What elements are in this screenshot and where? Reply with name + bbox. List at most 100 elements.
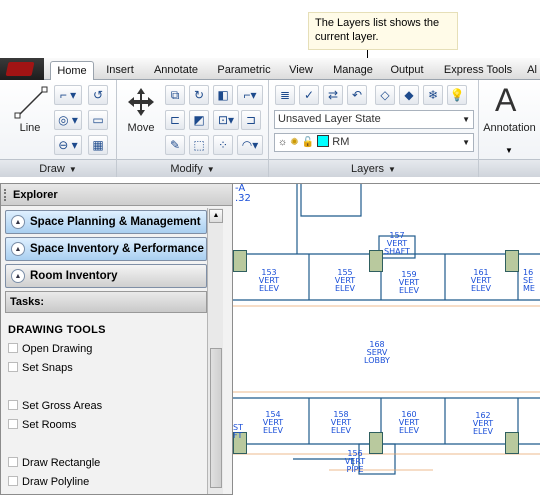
annotation-expand-icon[interactable]: ▼ [505, 146, 513, 155]
section-label: Room Inventory [30, 270, 118, 282]
stretch-icon[interactable]: ◩ [189, 110, 209, 130]
room-label: 162 VERT ELEV [465, 412, 501, 436]
rectangle-icon[interactable]: ▭ [88, 110, 108, 130]
extend-icon[interactable]: ⊐ [241, 110, 261, 130]
polyline-icon[interactable]: ⌐ ▾ [54, 85, 82, 105]
layer-state-value: Unsaved Layer State [278, 113, 381, 125]
room-label: 161 VERT ELEV [463, 269, 499, 293]
light-bulb-icon: ☼ [278, 137, 288, 148]
task-checkbox[interactable] [8, 457, 18, 467]
copy-icon[interactable]: ⧉ [165, 85, 185, 105]
task-label: Draw Polyline [22, 476, 90, 488]
offset-icon[interactable]: ◠▾ [237, 135, 263, 155]
task-set-snaps[interactable]: Set Snaps [8, 361, 73, 375]
room-label: 156 VERT PIPE [337, 450, 373, 474]
mirror-icon[interactable]: ◧ [213, 85, 233, 105]
room-label: FT [233, 431, 243, 440]
task-draw-polyline[interactable]: Draw Polyline [8, 475, 89, 489]
isolate-layer-icon[interactable]: ◇ [375, 85, 395, 105]
task-set-rooms[interactable]: Set Rooms [8, 418, 76, 432]
explorer-title: Explorer [13, 189, 58, 201]
line-button-label[interactable]: Line [8, 122, 52, 134]
modify-panel: Move ⧉ ↻ ◧ ⌐▾ ⊏ ◩ ⊡▾ ⊐ ✎ ⬚ ⁘ ◠▾ Modify ▼ [117, 80, 269, 177]
structural-column [505, 250, 519, 272]
room-name: LOBBY [364, 356, 390, 365]
draw-panel-title[interactable]: Draw ▼ [0, 159, 116, 177]
array-icon[interactable]: ⁘ [213, 135, 233, 155]
unisolate-layer-icon[interactable]: ◆ [399, 85, 419, 105]
hatch-icon[interactable]: ▦ [88, 135, 108, 155]
section-space-planning[interactable]: ▲ Space Planning & Management [5, 210, 207, 234]
tab-annotate[interactable]: Annotate [146, 61, 206, 80]
task-checkbox[interactable] [8, 400, 18, 410]
explorer-scrollbar[interactable]: ▲ [207, 208, 223, 494]
room-name: SHAFT [384, 247, 410, 256]
tab-express-tools[interactable]: Express Tools [438, 61, 518, 80]
annotation-panel-title [479, 159, 540, 177]
task-checkbox[interactable] [8, 419, 18, 429]
task-draw-rectangle[interactable]: Draw Rectangle [8, 456, 100, 470]
freeze-layer-icon[interactable]: ❄ [423, 85, 443, 105]
annotation-label[interactable]: Annotation [479, 122, 540, 134]
structural-column [233, 250, 247, 272]
tab-view[interactable]: View [282, 61, 320, 80]
ellipse-icon[interactable]: ⊖ ▾ [54, 135, 82, 155]
dropdown-arrow-icon: ▼ [462, 115, 470, 124]
tab-parametric[interactable]: Parametric [210, 61, 278, 80]
task-open-drawing[interactable]: Open Drawing [8, 342, 92, 356]
layer-state-dropdown[interactable]: Unsaved Layer State ▼ [274, 110, 474, 129]
make-current-icon[interactable]: ✓ [299, 85, 319, 105]
drawing-canvas[interactable]: -A .32 157 VERT SHAFT 153 VERT ELEV 155 … [233, 183, 540, 495]
off-layer-icon[interactable]: 💡 [447, 85, 467, 105]
scroll-up-icon[interactable]: ▲ [209, 209, 223, 223]
annotation-icon[interactable]: A [495, 82, 516, 118]
task-checkbox[interactable] [8, 343, 18, 353]
sun-icon: ✺ [290, 137, 299, 148]
circle-icon[interactable]: ◎ ▾ [54, 110, 82, 130]
task-set-gross-areas[interactable]: Set Gross Areas [8, 399, 102, 413]
rotate-icon[interactable]: ↻ [189, 85, 209, 105]
tab-insert[interactable]: Insert [98, 61, 142, 80]
layers-panel-title[interactable]: Layers ▼ [269, 159, 478, 177]
modify-panel-title[interactable]: Modify ▼ [117, 159, 268, 177]
room-name: ELEV [258, 284, 280, 293]
tab-output[interactable]: Output [384, 61, 430, 80]
task-checkbox[interactable] [8, 362, 18, 372]
room-label: 158 VERT ELEV [323, 411, 359, 435]
grip-icon[interactable] [4, 189, 8, 201]
structural-column [505, 432, 519, 454]
previous-layer-icon[interactable]: ↶ [347, 85, 367, 105]
scrollbar-thumb[interactable] [210, 348, 222, 488]
erase-icon[interactable]: ✎ [165, 135, 185, 155]
tab-manage[interactable]: Manage [328, 61, 378, 80]
collapse-icon: ▲ [11, 269, 25, 283]
section-space-inventory[interactable]: ▲ Space Inventory & Performance [5, 237, 207, 261]
layer-properties-icon[interactable]: ≣ [275, 85, 295, 105]
move-icon[interactable] [125, 86, 157, 118]
tab-home[interactable]: Home [50, 61, 94, 81]
scale-icon[interactable]: ⊡▾ [213, 110, 239, 130]
room-label: 155 VERT ELEV [327, 269, 363, 293]
room-label: 157 VERT SHAFT [379, 232, 415, 256]
layer-list-dropdown[interactable]: ☼ ✺ 🔓 RM ▼ [274, 133, 474, 152]
trim-icon[interactable]: ⊏ [165, 110, 185, 130]
explode-icon[interactable]: ⬚ [189, 135, 209, 155]
fillet-icon[interactable]: ⌐▾ [237, 85, 263, 105]
current-layer-name: RM [332, 136, 350, 148]
task-checkbox[interactable] [8, 476, 18, 486]
room-name: ELEV [398, 286, 420, 295]
move-button-label[interactable]: Move [119, 122, 163, 134]
explorer-header: Explorer [1, 184, 232, 206]
line-icon[interactable] [14, 86, 48, 120]
room-label: 16 SE ME [523, 269, 540, 293]
match-layer-icon[interactable]: ⇄ [323, 85, 343, 105]
task-label: Set Snaps [22, 362, 73, 374]
callout-text: The Layers list shows the current layer. [315, 17, 440, 43]
lock-icon: 🔓 [301, 137, 315, 148]
floor-plan-lines [233, 184, 540, 475]
section-label: Space Inventory & Performance [30, 243, 204, 255]
arc-icon[interactable]: ↺ [88, 85, 108, 105]
application-menu-button[interactable] [0, 58, 44, 80]
section-room-inventory[interactable]: ▲ Room Inventory [5, 264, 207, 288]
tab-al[interactable]: Al [524, 61, 540, 80]
